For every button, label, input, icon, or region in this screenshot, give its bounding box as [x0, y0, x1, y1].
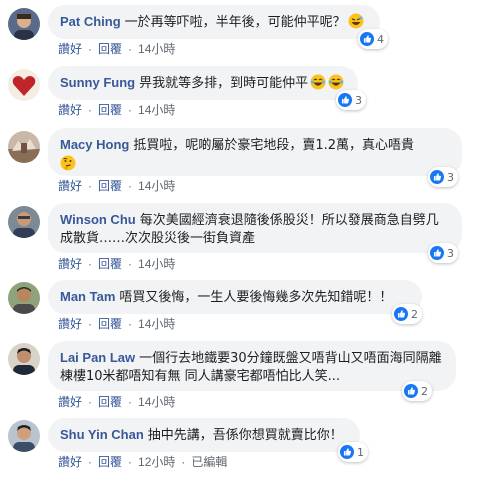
like-icon — [340, 445, 354, 459]
reply-link[interactable]: 回覆 — [98, 103, 122, 117]
laughing-tears-emoji — [310, 74, 326, 96]
avatar[interactable] — [8, 420, 40, 452]
like-icon — [430, 246, 444, 260]
like-link[interactable]: 讚好 — [58, 317, 82, 331]
comment-text: 唔買又後悔，一生人要後悔幾多次先知錯呢！！ — [119, 290, 393, 305]
comment-bubble: Sunny Fung 畀我就等多排，到時可能仲平 — [48, 66, 358, 100]
comment-actions: 讚好 · 回覆 · 14小時 — [58, 101, 175, 118]
like-icon — [404, 384, 418, 398]
comment-author[interactable]: Pat Ching — [60, 14, 121, 29]
like-link[interactable]: 讚好 — [58, 179, 82, 193]
reaction-count[interactable]: 3 — [428, 167, 458, 187]
separator: · — [128, 317, 133, 331]
reaction-count[interactable]: 4 — [358, 29, 388, 49]
separator: · — [88, 179, 93, 193]
separator: · — [88, 42, 93, 56]
comment-actions: 讚好 · 回覆 · 14小時 — [58, 255, 175, 272]
reply-link[interactable]: 回覆 — [98, 179, 122, 193]
like-link[interactable]: 讚好 — [58, 455, 82, 469]
like-link[interactable]: 讚好 — [58, 395, 82, 409]
thinking-emoji — [60, 155, 76, 177]
reaction-number: 2 — [421, 384, 428, 398]
comment-text: 畀我就等多排，到時可能仲平 — [139, 76, 309, 91]
separator: · — [88, 257, 93, 271]
reaction-count[interactable]: 2 — [402, 381, 432, 401]
separator: · — [128, 455, 133, 469]
avatar[interactable] — [8, 343, 40, 375]
comment-author[interactable]: Lai Pan Law — [60, 350, 135, 365]
comment-text: 抵買啦，呢啲屬於豪宅地段，賣1.2萬，真心唔貴 — [133, 138, 415, 153]
reaction-count[interactable]: 1 — [338, 442, 368, 462]
like-link[interactable]: 讚好 — [58, 42, 82, 56]
comment-timestamp[interactable]: 14小時 — [138, 257, 175, 271]
like-link[interactable]: 讚好 — [58, 103, 82, 117]
reply-link[interactable]: 回覆 — [98, 455, 122, 469]
comment-bubble: Pat Ching 一於再等吓啦，半年後，可能仲平呢？ — [48, 5, 380, 39]
comment-actions: 讚好 · 回覆 · 12小時 · 已編輯 — [58, 453, 227, 470]
reaction-number: 4 — [377, 32, 384, 46]
edited-label[interactable]: 已編輯 — [191, 455, 227, 469]
separator: · — [88, 317, 93, 331]
reaction-number: 3 — [447, 170, 454, 184]
avatar[interactable] — [8, 69, 40, 101]
avatar[interactable] — [8, 206, 40, 238]
comment-bubble: Man Tam 唔買又後悔，一生人要後悔幾多次先知錯呢！！ — [48, 280, 422, 314]
reaction-number: 1 — [357, 445, 364, 459]
comment-timestamp[interactable]: 14小時 — [138, 103, 175, 117]
avatar[interactable] — [8, 131, 40, 163]
comment-timestamp[interactable]: 14小時 — [138, 42, 175, 56]
separator: · — [128, 103, 133, 117]
comment-bubble: Lai Pan Law 一個行去地鐵要30分鐘既盤又唔背山又唔面海同隔離棟樓10米… — [48, 341, 456, 391]
separator: · — [181, 455, 186, 469]
separator: · — [88, 395, 93, 409]
reaction-number: 3 — [447, 246, 454, 260]
comment-timestamp[interactable]: 14小時 — [138, 395, 175, 409]
reaction-count[interactable]: 2 — [392, 304, 422, 324]
comment-timestamp[interactable]: 14小時 — [138, 179, 175, 193]
comment-bubble: Macy Hong 抵買啦，呢啲屬於豪宅地段，賣1.2萬，真心唔貴 — [48, 128, 462, 176]
separator: · — [88, 455, 93, 469]
comment-text: 一於再等吓啦，半年後，可能仲平呢？ — [124, 15, 346, 30]
reaction-count[interactable]: 3 — [428, 243, 458, 263]
comment-timestamp[interactable]: 12小時 — [138, 455, 175, 469]
like-icon — [338, 93, 352, 107]
comment-actions: 讚好 · 回覆 · 14小時 — [58, 315, 175, 332]
separator: · — [128, 395, 133, 409]
comment-actions: 讚好 · 回覆 · 14小時 — [58, 40, 175, 57]
reaction-number: 3 — [355, 93, 362, 107]
comment-author[interactable]: Sunny Fung — [60, 75, 135, 90]
comment-timestamp[interactable]: 14小時 — [138, 317, 175, 331]
comment-author[interactable]: Macy Hong — [60, 137, 129, 152]
separator: · — [128, 179, 133, 193]
comment-text: 抽中先講，吾係你想買就賣比你！ — [147, 428, 343, 443]
like-icon — [360, 32, 374, 46]
reaction-count[interactable]: 3 — [336, 90, 366, 110]
like-icon — [394, 307, 408, 321]
separator: · — [128, 257, 133, 271]
comment-actions: 讚好 · 回覆 · 14小時 — [58, 177, 175, 194]
separator: · — [88, 103, 93, 117]
reply-link[interactable]: 回覆 — [98, 42, 122, 56]
avatar[interactable] — [8, 282, 40, 314]
reply-link[interactable]: 回覆 — [98, 395, 122, 409]
avatar[interactable] — [8, 8, 40, 40]
reply-link[interactable]: 回覆 — [98, 257, 122, 271]
reaction-number: 2 — [411, 307, 418, 321]
comment-bubble: Shu Yin Chan 抽中先講，吾係你想買就賣比你！ — [48, 418, 360, 452]
like-icon — [430, 170, 444, 184]
comment-author[interactable]: Man Tam — [60, 289, 115, 304]
like-link[interactable]: 讚好 — [58, 257, 82, 271]
reply-link[interactable]: 回覆 — [98, 317, 122, 331]
comment-bubble: Winson Chu 每次美國經濟衰退隨後係股災！所以發展商急自劈几成散貨……次次… — [48, 203, 462, 253]
comment-author[interactable]: Winson Chu — [60, 212, 136, 227]
separator: · — [128, 42, 133, 56]
comment-actions: 讚好 · 回覆 · 14小時 — [58, 393, 175, 410]
comment-author[interactable]: Shu Yin Chan — [60, 427, 144, 442]
